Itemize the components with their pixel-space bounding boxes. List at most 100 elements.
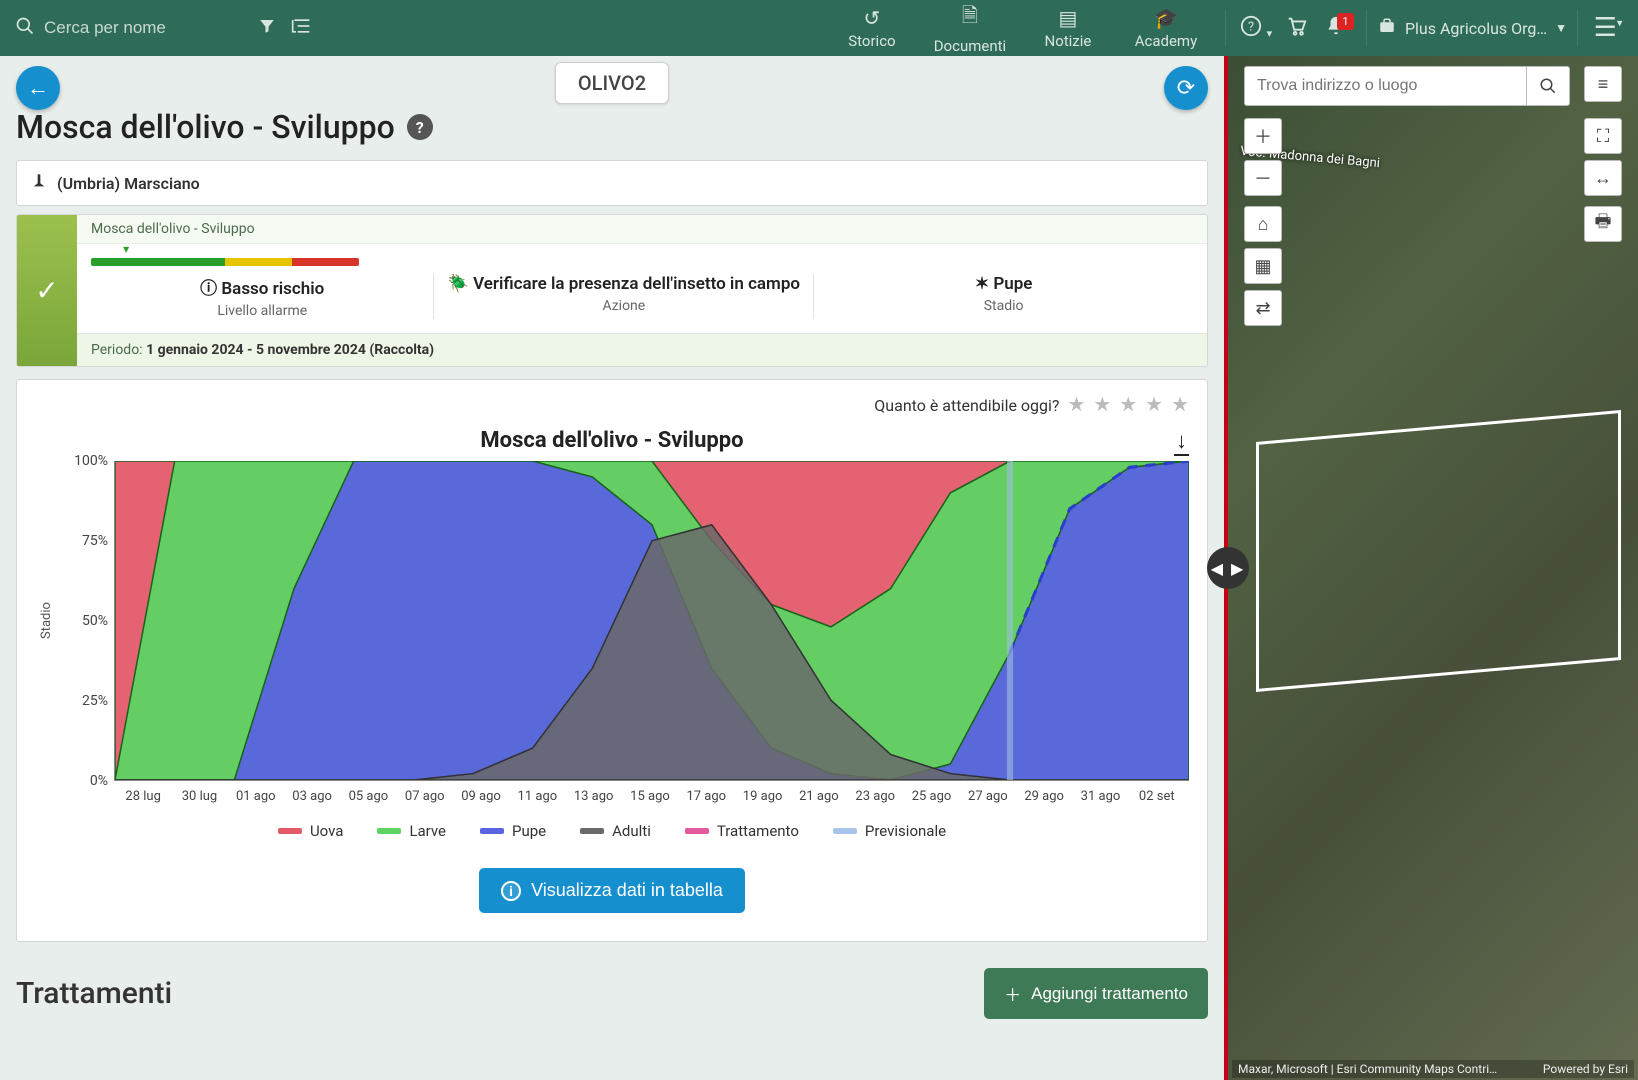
- status-action: 🪲 Verificare la presenza dell'insetto in…: [434, 274, 814, 319]
- xtick: 28 lug: [115, 789, 171, 804]
- org-label: Plus Agricolus Org…: [1405, 19, 1547, 38]
- chart-yaxis: 0%25%50%75%100%: [58, 461, 114, 781]
- stage-label: Pupe: [993, 274, 1032, 294]
- legend-item[interactable]: Previsionale: [833, 822, 946, 840]
- map-search-button[interactable]: [1526, 66, 1570, 106]
- bug-icon: 🪲: [448, 274, 469, 294]
- help-icon[interactable]: ?: [407, 114, 433, 140]
- nav-documenti[interactable]: 🗎 Documenti: [921, 1, 1019, 55]
- map-search-input[interactable]: [1244, 66, 1526, 106]
- chip-row: ← OLIVO2 ⟳: [0, 56, 1224, 108]
- add-treatment-button[interactable]: ＋ Aggiungi trattamento: [984, 968, 1208, 1019]
- risk-label: Basso rischio: [221, 279, 324, 299]
- reliability-row: Quanto è attendibile oggi? ★ ★ ★ ★ ★: [35, 392, 1189, 428]
- weather-station-icon: [31, 173, 47, 193]
- xtick: 09 ago: [453, 789, 509, 804]
- chart-plot[interactable]: [114, 461, 1189, 781]
- cart-icon[interactable]: [1276, 15, 1316, 42]
- status-period: Periodo: 1 gennaio 2024 - 5 novembre 202…: [77, 333, 1207, 366]
- back-button[interactable]: ←: [16, 66, 60, 110]
- star-5[interactable]: ★: [1171, 392, 1189, 416]
- map-fit-width-icon[interactable]: ↔: [1584, 160, 1622, 196]
- legend-item[interactable]: Trattamento: [685, 822, 799, 840]
- field-chip[interactable]: OLIVO2: [555, 62, 669, 104]
- info-icon: ⓘ: [200, 279, 217, 299]
- legend-item[interactable]: Uova: [278, 822, 344, 840]
- map-attr-right: Powered by Esri: [1543, 1062, 1628, 1076]
- page-title: Mosca dell'olivo - Sviluppo: [16, 108, 395, 146]
- split-handle[interactable]: ◀ ▶: [1207, 547, 1249, 589]
- chart-ylabel: Stadio: [35, 461, 58, 781]
- divider: [1225, 10, 1226, 46]
- map-print-icon[interactable]: 🖶: [1584, 206, 1622, 242]
- nav-storico[interactable]: ↺ Storico: [823, 6, 921, 50]
- map-search: [1244, 66, 1570, 106]
- xtick: 19 ago: [734, 789, 790, 804]
- map-zoom-out[interactable]: －: [1244, 160, 1282, 196]
- ytick: 100%: [74, 453, 108, 469]
- legend-item[interactable]: Larve: [377, 822, 446, 840]
- xtick: 21 ago: [791, 789, 847, 804]
- star-2[interactable]: ★: [1093, 392, 1111, 416]
- status-header: Mosca dell'olivo - Sviluppo: [77, 215, 1207, 244]
- star-4[interactable]: ★: [1145, 392, 1163, 416]
- download-chart-icon[interactable]: ↓: [1174, 428, 1189, 456]
- refresh-button[interactable]: ⟳: [1164, 66, 1208, 110]
- xtick: 02 set: [1129, 789, 1185, 804]
- ytick: 50%: [82, 613, 108, 629]
- xtick: 05 ago: [340, 789, 396, 804]
- reliability-label: Quanto è attendibile oggi?: [874, 396, 1059, 415]
- xtick: 30 lug: [171, 789, 227, 804]
- map-home-icon[interactable]: ⌂: [1244, 206, 1282, 242]
- risk-sub: Livello allarme: [99, 303, 425, 319]
- map-tools-group: ⌂ ▦ ⇄: [1244, 206, 1282, 326]
- stage-icon: ✶: [975, 274, 989, 294]
- map-qr-icon[interactable]: ▦: [1244, 248, 1282, 284]
- legend-swatch: [833, 828, 857, 834]
- view-table-button[interactable]: i Visualizza dati in tabella: [479, 868, 745, 913]
- legend-item[interactable]: Adulti: [580, 822, 651, 840]
- legend-label: Pupe: [512, 822, 546, 840]
- map-crop-icon[interactable]: ⛶: [1584, 118, 1622, 154]
- nav-notizie[interactable]: ▤ Notizie: [1019, 6, 1117, 50]
- xtick: 15 ago: [622, 789, 678, 804]
- period-value: 1 gennaio 2024 - 5 novembre 2024 (Raccol…: [146, 342, 434, 358]
- xtick: 25 ago: [903, 789, 959, 804]
- chart-card: Quanto è attendibile oggi? ★ ★ ★ ★ ★ Mos…: [16, 379, 1208, 942]
- legend-label: Uova: [310, 822, 344, 840]
- map-field-polygon[interactable]: [1256, 410, 1621, 692]
- org-selector[interactable]: Plus Agricolus Org… ▼: [1377, 17, 1567, 39]
- xtick: 29 ago: [1016, 789, 1072, 804]
- xtick: 01 ago: [228, 789, 284, 804]
- nav-academy[interactable]: 🎓 Academy: [1117, 6, 1215, 50]
- map-layers-menu-icon[interactable]: ≡: [1584, 66, 1622, 102]
- status-card: ✓ Mosca dell'olivo - Sviluppo ⓘ Basso ri…: [16, 214, 1208, 367]
- help-menu[interactable]: ? ▾: [1236, 15, 1276, 42]
- star-3[interactable]: ★: [1119, 392, 1137, 416]
- info-icon: i: [501, 881, 521, 901]
- svg-text:?: ?: [1248, 19, 1254, 34]
- map-attr-left: Maxar, Microsoft | Esri Community Maps C…: [1238, 1062, 1497, 1076]
- location-bar[interactable]: (Umbria) Marsciano: [16, 160, 1208, 206]
- main-menu-icon[interactable]: ☰▾: [1588, 13, 1628, 43]
- main-split: ← OLIVO2 ⟳ Mosca dell'olivo - Sviluppo ?…: [0, 56, 1638, 1080]
- search-input[interactable]: [40, 12, 250, 44]
- notifications-icon[interactable]: 1: [1316, 15, 1356, 42]
- plus-icon: ＋: [1004, 981, 1021, 1006]
- map-zoom-in[interactable]: ＋: [1244, 118, 1282, 154]
- status-stage: ✶ Pupe Stadio: [814, 274, 1193, 319]
- search-icon[interactable]: [10, 16, 40, 41]
- tree-list-icon[interactable]: [284, 17, 318, 40]
- xtick: 23 ago: [847, 789, 903, 804]
- chart-title: Mosca dell'olivo - Sviluppo: [480, 428, 743, 453]
- filter-icon[interactable]: [250, 17, 284, 40]
- status-ok-indicator: ✓: [17, 215, 77, 366]
- legend-swatch: [377, 828, 401, 834]
- map-pane[interactable]: Voc. Madonna dei Bagni ≡ ⛶ ↔ 🖶 ＋ － ⌂ ▦ ⇄…: [1228, 56, 1638, 1080]
- legend-item[interactable]: Pupe: [480, 822, 546, 840]
- map-swap-icon[interactable]: ⇄: [1244, 290, 1282, 326]
- page-title-row: Mosca dell'olivo - Sviluppo ?: [0, 108, 1224, 160]
- add-treatment-label: Aggiungi trattamento: [1031, 984, 1188, 1004]
- legend-label: Adulti: [612, 822, 651, 840]
- star-1[interactable]: ★: [1067, 392, 1085, 416]
